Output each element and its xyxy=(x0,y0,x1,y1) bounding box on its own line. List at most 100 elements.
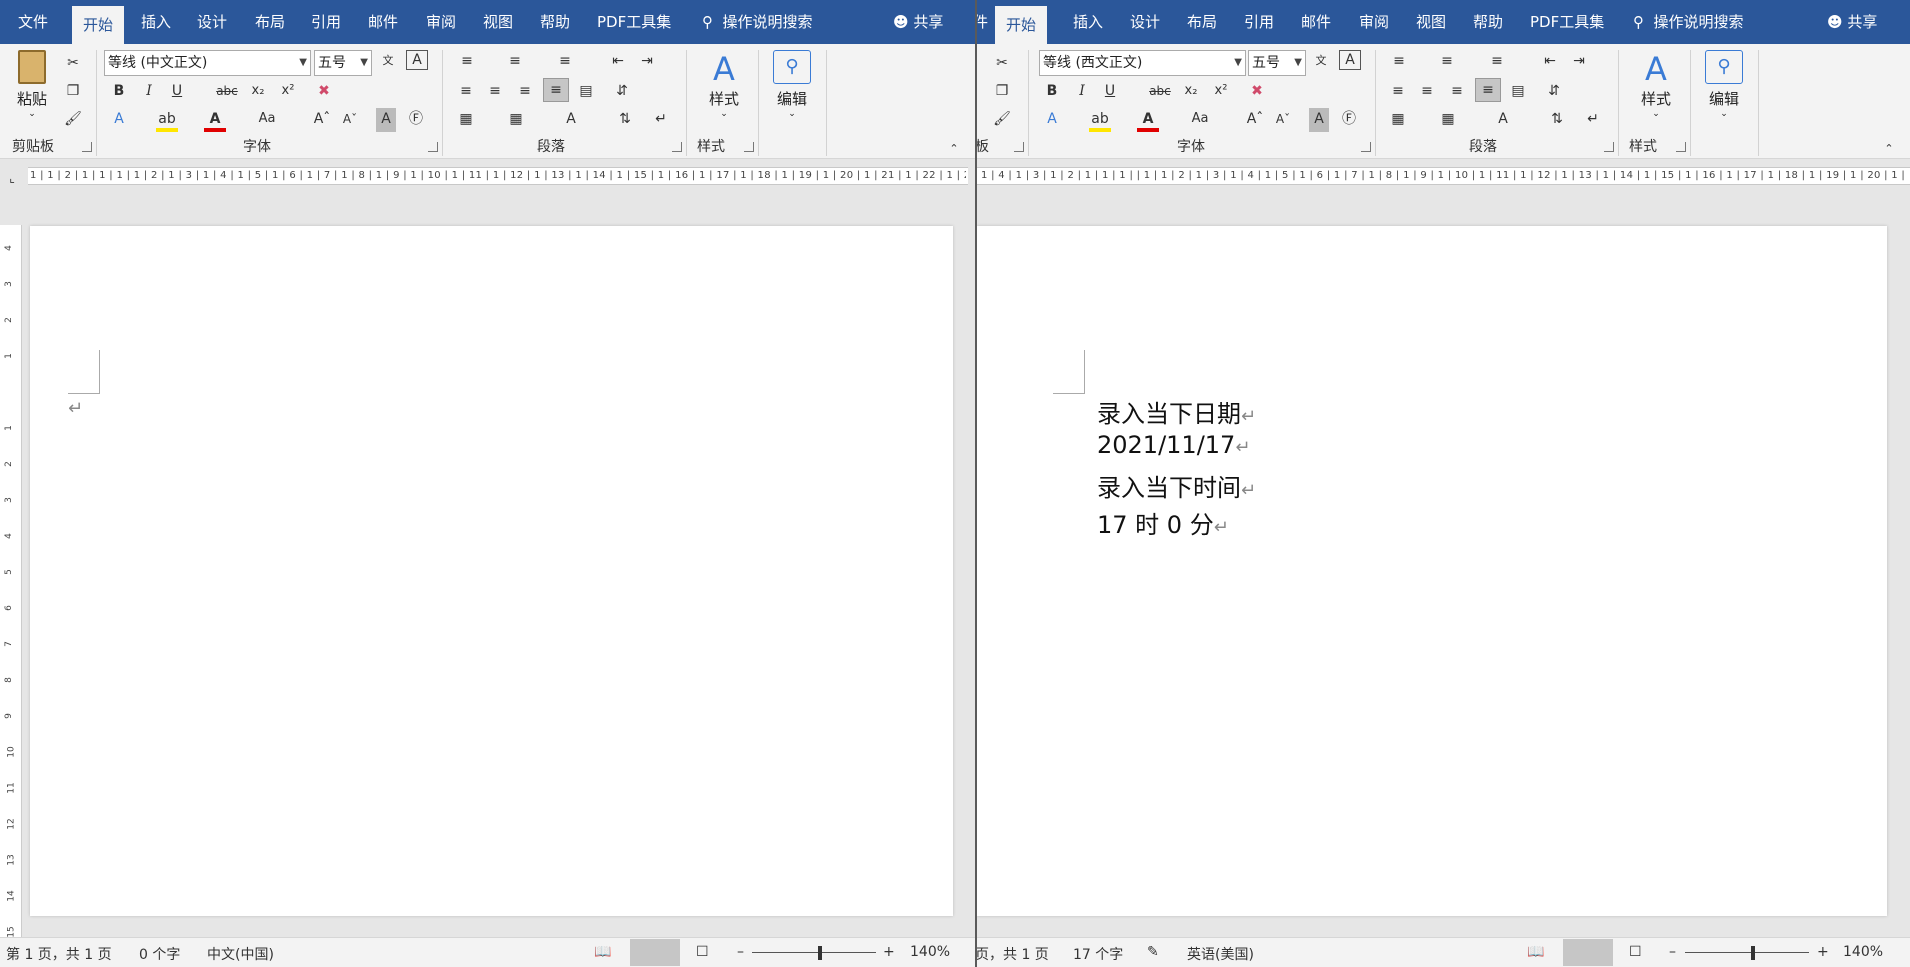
zoom-slider-thumb[interactable] xyxy=(1751,946,1755,960)
tab-mailings[interactable]: 邮件 xyxy=(1301,0,1331,44)
text-effects-icon[interactable]: A xyxy=(108,108,130,132)
zoom-slider[interactable] xyxy=(752,952,876,953)
enclose-char-icon[interactable]: Ⓕ xyxy=(1339,108,1359,132)
bullets-icon[interactable]: ≡ xyxy=(1387,50,1411,74)
underline-button[interactable]: U xyxy=(1099,80,1121,104)
char-border-icon[interactable]: A xyxy=(1339,50,1361,70)
tab-references[interactable]: 引用 xyxy=(311,0,341,44)
copy-icon[interactable]: ❐ xyxy=(991,80,1013,104)
editing-button[interactable]: ⚲ 编辑 ⌄ xyxy=(770,50,814,130)
font-launcher-icon[interactable] xyxy=(428,142,438,152)
print-layout-icon[interactable] xyxy=(1563,939,1613,966)
paste-button[interactable]: 粘贴 ⌄ xyxy=(10,50,54,130)
word-count[interactable]: 17 个字 xyxy=(1073,944,1123,964)
tab-pdf-tools[interactable]: PDF工具集 xyxy=(597,0,671,44)
clipboard-launcher-icon[interactable] xyxy=(82,142,92,152)
print-layout-icon[interactable] xyxy=(630,939,680,966)
font-size-combo[interactable]: 五号 ▼ xyxy=(1248,50,1306,76)
tab-home[interactable]: 开始 xyxy=(995,6,1048,44)
grow-font-icon[interactable]: Aˆ xyxy=(312,108,332,132)
shading-icon[interactable]: ▦ xyxy=(455,108,477,132)
distributed-icon[interactable]: ▤ xyxy=(575,80,597,104)
vertical-ruler[interactable]: 4 3 2 1 1 2 3 4 5 6 7 8 9 10 11 12 13 14 15 xyxy=(0,225,22,938)
underline-button[interactable]: U xyxy=(166,80,188,104)
decrease-indent-icon[interactable]: ⇤ xyxy=(1539,50,1561,74)
char-shading-icon[interactable]: A xyxy=(376,108,396,132)
tell-me-search[interactable]: ⚲ 操作说明搜索 xyxy=(1633,0,1744,44)
align-left-icon[interactable]: ≡ xyxy=(1387,80,1409,104)
align-left-icon[interactable]: ≡ xyxy=(455,80,477,104)
paragraph-launcher-icon[interactable] xyxy=(672,142,682,152)
tab-design[interactable]: 设计 xyxy=(1130,0,1160,44)
char-shading-icon[interactable]: A xyxy=(1309,108,1329,132)
subscript-button[interactable]: x₂ xyxy=(248,80,268,104)
subscript-button[interactable]: x₂ xyxy=(1181,80,1201,104)
justify-icon[interactable]: ≡ xyxy=(543,78,569,102)
styles-button[interactable]: A 样式 ⌄ xyxy=(696,50,752,130)
sort-icon[interactable]: ⇅ xyxy=(1546,108,1568,132)
shading-icon[interactable]: ▦ xyxy=(1387,108,1409,132)
enclose-char-icon[interactable]: Ⓕ xyxy=(406,108,426,132)
tab-design[interactable]: 设计 xyxy=(197,0,227,44)
numbering-icon[interactable]: ≡ xyxy=(503,50,527,74)
font-size-combo[interactable]: 五号 ▼ xyxy=(314,50,372,76)
strikethrough-button[interactable]: abc xyxy=(214,80,240,104)
web-layout-icon[interactable]: ☐ xyxy=(1629,944,1642,960)
page-count[interactable]: 第 1 页，共 1 页 xyxy=(6,944,112,964)
web-layout-icon[interactable]: ☐ xyxy=(696,944,709,960)
clear-formatting-icon[interactable]: ✖ xyxy=(314,80,334,104)
align-center-icon[interactable]: ≡ xyxy=(1416,80,1438,104)
tab-pdf-tools[interactable]: PDF工具集 xyxy=(1530,0,1604,44)
italic-button[interactable]: I xyxy=(138,80,160,104)
highlight-color-icon[interactable]: ab xyxy=(156,108,178,132)
zoom-in-button[interactable]: + xyxy=(883,944,895,960)
document-page[interactable]: 录入当下日期↵ 2021/11/17↵ 录入当下时间↵ 17 时 0 分↵ xyxy=(977,226,1887,916)
format-painter-icon[interactable]: 🖌 xyxy=(62,108,84,132)
share-button[interactable]: ☻ 共享 xyxy=(893,0,943,44)
share-button[interactable]: ☻ 共享 xyxy=(1827,0,1877,44)
phonetic-guide-icon[interactable]: 文 xyxy=(1311,50,1331,74)
tab-review[interactable]: 审阅 xyxy=(426,0,456,44)
language[interactable]: 英语(美国) xyxy=(1187,944,1254,964)
horizontal-ruler[interactable]: ⌞ 1 | 1 | 2 | 1 | 1 | 1 | 1 | 2 | 1 | 3 … xyxy=(0,159,975,193)
cut-icon[interactable]: ✂ xyxy=(62,52,84,76)
zoom-out-button[interactable]: – xyxy=(737,944,744,960)
text-effects-icon[interactable]: A xyxy=(1041,108,1063,132)
font-color-icon[interactable]: A xyxy=(1137,108,1159,132)
doc-line[interactable]: 录入当下时间↵ xyxy=(1097,468,1256,503)
justify-icon[interactable]: ≡ xyxy=(1475,78,1501,102)
read-mode-icon[interactable]: 📖 xyxy=(594,944,611,960)
clear-formatting-icon[interactable]: ✖ xyxy=(1247,80,1267,104)
zoom-out-button[interactable]: – xyxy=(1669,944,1676,960)
font-name-combo[interactable]: 等线 (中文正文) ▼ xyxy=(104,50,311,76)
bullets-icon[interactable]: ≡ xyxy=(455,50,479,74)
page-count[interactable]: 页，共 1 页 xyxy=(977,944,1049,964)
styles-launcher-icon[interactable] xyxy=(744,142,754,152)
borders-icon[interactable]: ▦ xyxy=(1437,108,1459,132)
line-spacing-icon[interactable]: ⇵ xyxy=(1543,80,1565,104)
phonetic-guide-icon[interactable]: 文 xyxy=(378,50,398,74)
shrink-font-icon[interactable]: Aˇ xyxy=(340,108,360,132)
doc-line[interactable]: 2021/11/17↵ xyxy=(1097,431,1250,459)
tab-help[interactable]: 帮助 xyxy=(540,0,570,44)
tab-view[interactable]: 视图 xyxy=(1416,0,1446,44)
bold-button[interactable]: B xyxy=(108,80,130,104)
zoom-in-button[interactable]: + xyxy=(1817,944,1829,960)
paragraph-launcher-icon[interactable] xyxy=(1604,142,1614,152)
zoom-slider[interactable] xyxy=(1685,952,1809,953)
tab-mailings[interactable]: 邮件 xyxy=(368,0,398,44)
tab-layout[interactable]: 布局 xyxy=(1187,0,1217,44)
zoom-level[interactable]: 140% xyxy=(910,944,950,960)
tab-file[interactable]: 文件 xyxy=(18,0,48,44)
chinese-layout-icon[interactable]: A xyxy=(560,108,582,132)
bold-button[interactable]: B xyxy=(1041,80,1063,104)
char-border-icon[interactable]: A xyxy=(406,50,428,70)
tab-selector-icon[interactable]: ⌞ xyxy=(4,167,20,191)
clipboard-launcher-icon[interactable] xyxy=(1014,142,1024,152)
zoom-level[interactable]: 140% xyxy=(1843,944,1883,960)
align-right-icon[interactable]: ≡ xyxy=(1446,80,1468,104)
superscript-button[interactable]: x² xyxy=(1211,80,1231,104)
horizontal-ruler[interactable]: 1 | 4 | 1 | 3 | 1 | 2 | 1 | 1 | 1 | | 1 … xyxy=(977,159,1910,193)
styles-launcher-icon[interactable] xyxy=(1676,142,1686,152)
line-spacing-icon[interactable]: ⇵ xyxy=(611,80,633,104)
